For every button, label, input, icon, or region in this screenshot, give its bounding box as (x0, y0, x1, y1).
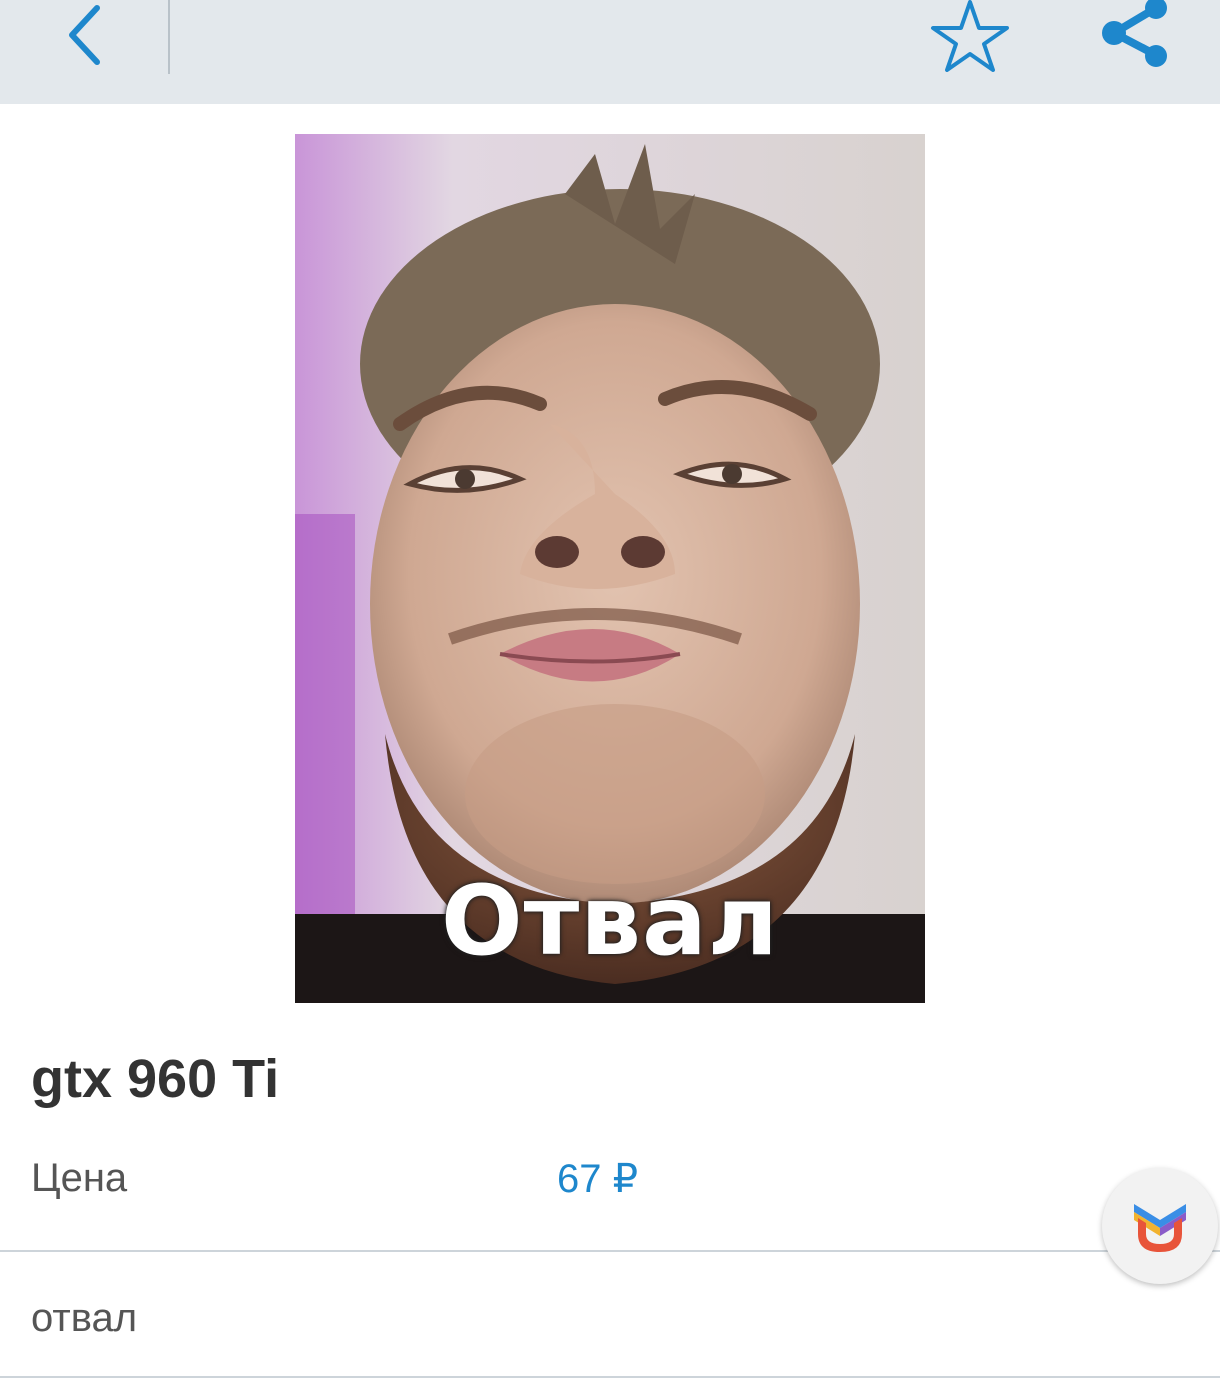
star-outline-icon (931, 0, 1009, 72)
app-logo-icon (1134, 1204, 1186, 1252)
chevron-left-icon (69, 5, 100, 65)
back-button[interactable] (40, 0, 130, 70)
price-value: 67 ₽ (557, 1157, 639, 1201)
listing-photo[interactable]: Отвал (295, 134, 925, 1003)
divider (0, 1376, 1220, 1378)
divider (0, 1250, 1220, 1252)
photo-caption: Отвал (440, 865, 780, 977)
top-app-bar (0, 0, 1220, 104)
price-label: Цена (31, 1156, 128, 1200)
floating-action-button[interactable] (1102, 1168, 1218, 1284)
share-button[interactable] (1096, 0, 1176, 72)
listing-description: отвал (31, 1296, 138, 1340)
favorite-button[interactable] (925, 0, 1015, 72)
share-icon (1102, 0, 1167, 67)
toolbar-divider (168, 0, 170, 74)
listing-title: gtx 960 Ti (31, 1049, 280, 1109)
